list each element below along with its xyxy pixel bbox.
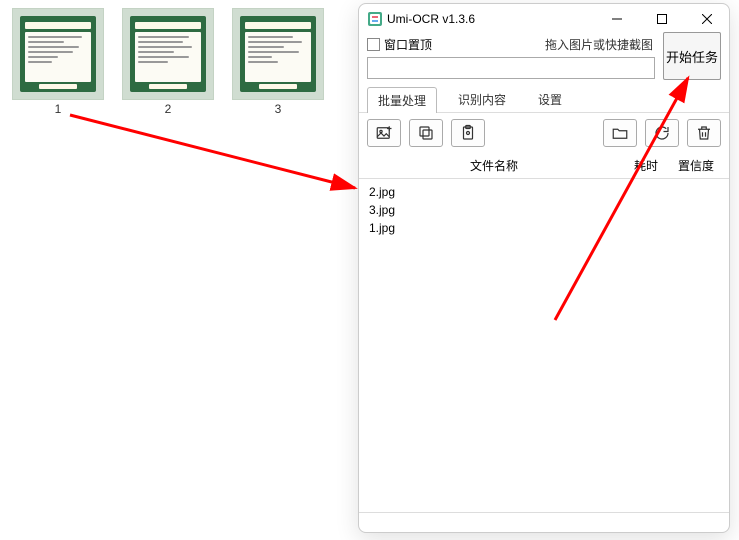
path-input[interactable] bbox=[367, 57, 655, 79]
delete-button[interactable] bbox=[687, 119, 721, 147]
tab-label: 识别内容 bbox=[458, 93, 506, 107]
header-confidence: 置信度 bbox=[671, 157, 721, 174]
app-window: Umi-OCR v1.3.6 窗口置顶 拖入图片或快捷截图 bbox=[358, 3, 730, 533]
tabs: 批量处理 识别内容 设置 bbox=[359, 83, 729, 113]
image-add-icon bbox=[375, 124, 393, 142]
thumbnail-item[interactable]: 3 bbox=[232, 8, 324, 116]
file-name: 1.jpg bbox=[369, 221, 395, 235]
list-item[interactable]: 1.jpg bbox=[369, 219, 719, 237]
list-item[interactable]: 2.jpg bbox=[369, 183, 719, 201]
thumbnail-label: 2 bbox=[165, 102, 172, 116]
table-header: 文件名称 耗时 置信度 bbox=[359, 153, 729, 179]
tab-label: 设置 bbox=[538, 93, 562, 107]
app-icon bbox=[367, 11, 383, 27]
start-task-label: 开始任务 bbox=[666, 47, 718, 66]
header-time: 耗时 bbox=[621, 157, 671, 174]
pin-checkbox-wrap[interactable]: 窗口置顶 bbox=[367, 36, 432, 53]
add-image-button[interactable] bbox=[367, 119, 401, 147]
desktop-thumbnails: 1 2 bbox=[12, 8, 324, 116]
tab-result[interactable]: 识别内容 bbox=[447, 86, 517, 112]
thumbnail-image bbox=[232, 8, 324, 100]
file-name: 3.jpg bbox=[369, 203, 395, 217]
toolbar bbox=[359, 113, 729, 153]
close-button[interactable] bbox=[684, 4, 729, 34]
pin-checkbox[interactable] bbox=[367, 38, 380, 51]
list-item[interactable]: 3.jpg bbox=[369, 201, 719, 219]
file-name: 2.jpg bbox=[369, 185, 395, 199]
open-folder-button[interactable] bbox=[603, 119, 637, 147]
drop-hint: 拖入图片或快捷截图 bbox=[436, 36, 655, 53]
file-list[interactable]: 2.jpg 3.jpg 1.jpg bbox=[359, 179, 729, 512]
tab-settings[interactable]: 设置 bbox=[527, 86, 573, 112]
refresh-icon bbox=[653, 124, 671, 142]
tab-batch[interactable]: 批量处理 bbox=[367, 87, 437, 113]
folder-icon bbox=[611, 124, 629, 142]
pin-checkbox-label: 窗口置顶 bbox=[384, 36, 432, 53]
refresh-button[interactable] bbox=[645, 119, 679, 147]
maximize-button[interactable] bbox=[639, 4, 684, 34]
thumbnail-image bbox=[12, 8, 104, 100]
maximize-icon bbox=[657, 14, 667, 24]
thumbnail-label: 3 bbox=[275, 102, 282, 116]
header-filename: 文件名称 bbox=[367, 157, 621, 174]
minimize-icon bbox=[612, 14, 622, 24]
window-title: Umi-OCR v1.3.6 bbox=[387, 12, 594, 26]
statusbar bbox=[359, 512, 729, 532]
trash-icon bbox=[695, 124, 713, 142]
thumbnail-image bbox=[122, 8, 214, 100]
start-task-button[interactable]: 开始任务 bbox=[663, 32, 721, 80]
close-icon bbox=[702, 14, 712, 24]
copy-button[interactable] bbox=[409, 119, 443, 147]
tab-label: 批量处理 bbox=[378, 94, 426, 108]
thumbnail-item[interactable]: 2 bbox=[122, 8, 214, 116]
clipboard-image-icon bbox=[459, 124, 477, 142]
titlebar[interactable]: Umi-OCR v1.3.6 bbox=[359, 4, 729, 34]
thumbnail-item[interactable]: 1 bbox=[12, 8, 104, 116]
copy-icon bbox=[417, 124, 435, 142]
clipboard-image-button[interactable] bbox=[451, 119, 485, 147]
thumbnail-label: 1 bbox=[55, 102, 62, 116]
minimize-button[interactable] bbox=[594, 4, 639, 34]
